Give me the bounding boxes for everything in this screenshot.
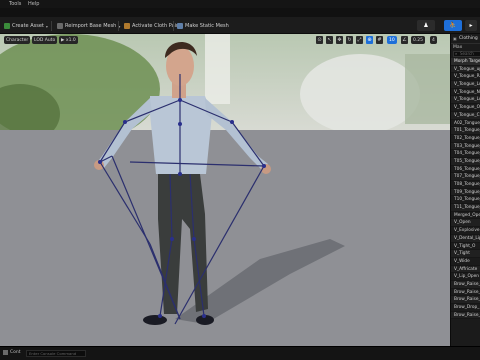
lod-label: LOD Auto (34, 37, 56, 43)
viewport[interactable]: Character LOD Auto ▶ x1.0 ⊙ ↖ ✥ ↻ ⤢ ⊕ # … (0, 34, 450, 346)
drawer-icon (3, 350, 8, 355)
select-icon[interactable]: ↖ (326, 36, 333, 44)
morph-target-row[interactable]: V_Explosive (451, 227, 480, 235)
toolbar-divider (118, 21, 119, 31)
world-space-icon[interactable]: ⊕ (366, 36, 373, 44)
search-placeholder: Search (460, 51, 474, 56)
morph-target-row[interactable]: Brow_Raise_ (451, 311, 480, 320)
snap-value-button[interactable]: 10 (387, 36, 397, 44)
morph-target-row[interactable]: V_Tongue_Cu (451, 111, 480, 120)
skeleton-mode-button[interactable]: ♟ (417, 20, 435, 31)
morph-target-row[interactable]: V_Tight (451, 250, 480, 258)
rotate-icon[interactable]: ↻ (346, 36, 353, 44)
morph-target-row[interactable]: A02_Tongue_ (451, 120, 480, 128)
search-input[interactable]: ⌕ Search (453, 51, 480, 57)
create-asset-label: Create Asset (12, 23, 44, 29)
reimport-base-mesh-label: Reimport Base Mesh (65, 23, 117, 29)
morph-target-row[interactable]: Brow_Raise_ (451, 289, 480, 297)
menu-item-tools[interactable]: Tools (9, 1, 21, 7)
character-menu-label: Character (6, 37, 29, 43)
reimport-icon (57, 23, 63, 29)
reimport-base-mesh-button[interactable]: Reimport Base Mesh ▾ (57, 21, 120, 31)
morph-target-row[interactable]: Merged_Open (451, 212, 480, 220)
mesh-icon: ⛹ (449, 22, 457, 29)
play-rate-button[interactable]: ▶ x1.0 (59, 36, 78, 44)
animation-mode-button[interactable]: ▸ (465, 20, 477, 31)
morph-target-row[interactable]: V_Dental_Lip (451, 234, 480, 243)
screen-pct-button[interactable]: 4 (430, 36, 437, 44)
content-drawer-button[interactable]: Cont (3, 350, 21, 355)
lod-button[interactable]: LOD Auto (32, 36, 58, 44)
console-command-input[interactable]: Enter Console Command (26, 350, 86, 357)
tree-blur (405, 54, 450, 124)
building-blur (300, 54, 420, 134)
morph-target-list: Morph Target V_Tongue_up V_Tongue_Ra V_Tong… (451, 58, 480, 320)
morph-target-row[interactable]: T05_Tongue_ (451, 157, 480, 166)
morph-target-row[interactable]: V_Lip_Open (451, 273, 480, 281)
morph-target-row[interactable]: V_Tight_O (451, 243, 480, 251)
morph-target-header[interactable]: Morph Target (451, 58, 480, 66)
viewport-scene (0, 34, 450, 346)
morph-target-row[interactable]: Brow_Raise_ (451, 280, 480, 289)
scale-icon[interactable]: ⤢ (356, 36, 363, 44)
morph-target-row[interactable]: Brow_Raise_ (451, 296, 480, 304)
content-drawer-label: Cont (10, 350, 21, 355)
viewport-toolbar: Character LOD Auto ▶ x1.0 ⊙ ↖ ✥ ↻ ⤢ ⊕ # … (4, 36, 446, 45)
morph-target-row[interactable]: T07_Tongue_ (451, 173, 480, 181)
snap-grid-icon[interactable]: # (376, 36, 383, 44)
morph-target-row[interactable]: T03_Tongue_ (451, 142, 480, 151)
tab-underline (451, 43, 480, 44)
morph-target-row[interactable]: V_Open (451, 219, 480, 228)
tab-clothing[interactable]: Clothing (459, 36, 478, 41)
morph-target-row[interactable]: V_Tongue_Lo (451, 81, 480, 89)
fov-value: 0.25 (413, 37, 424, 43)
morph-target-row[interactable]: V_Tongue_Lo (451, 96, 480, 105)
left-shoe (143, 315, 167, 325)
play-rate-label: x1.0 (65, 37, 76, 43)
create-asset-icon (4, 23, 10, 29)
perspective-icon[interactable]: ⊙ (316, 36, 323, 44)
tab-icon: ▣ (453, 36, 457, 41)
morph-target-row[interactable]: Brow_Drop_ (451, 304, 480, 312)
screen-pct-value: 4 (432, 37, 435, 43)
person-icon: ♟ (423, 22, 429, 29)
create-asset-button[interactable]: Create Asset ▾ (4, 21, 48, 31)
morph-target-row[interactable]: T02_Tongue_ (451, 135, 480, 143)
asset-toolbar: Create Asset ▾ Reimport Base Mesh ▾ Acti… (0, 17, 480, 34)
morph-target-row[interactable]: V_Wide (451, 258, 480, 266)
morph-target-row[interactable]: V_Affricate (451, 265, 480, 274)
morph-target-row[interactable]: T10_Tongue_ (451, 196, 480, 205)
fov-button[interactable]: 0.25 (411, 36, 426, 44)
morph-target-row[interactable]: T11_Tongue_ (451, 204, 480, 212)
mesh-mode-button[interactable]: ⛹ (444, 20, 462, 31)
morph-target-row[interactable]: T04_Tongue_ (451, 150, 480, 158)
floor-plane (0, 130, 450, 346)
make-static-mesh-label: Make Static Mesh (185, 23, 229, 29)
morph-target-panel: ▣ Clothing Max ⌕ Search Morph Target V_To… (450, 34, 480, 346)
static-mesh-icon (177, 23, 183, 29)
paint-brush-icon (124, 23, 130, 29)
morph-target-row[interactable]: V_Tongue_Ou (451, 104, 480, 112)
status-bar: Cont Enter Console Command (0, 346, 480, 360)
angle-icon[interactable]: ∠ (401, 36, 408, 44)
make-static-mesh-button[interactable]: Make Static Mesh (177, 21, 229, 31)
morph-target-row[interactable]: T06_Tongue_ (451, 166, 480, 174)
animation-icon: ▸ (469, 22, 473, 29)
morph-target-row[interactable]: V_Tongue_up (451, 65, 480, 74)
morph-target-row[interactable]: T09_Tongue_ (451, 188, 480, 197)
toolbar-divider (173, 21, 174, 31)
move-icon[interactable]: ✥ (336, 36, 343, 44)
character-menu-button[interactable]: Character (4, 36, 31, 44)
morph-target-row[interactable]: V_Tongue_Ne (451, 89, 480, 97)
menu-bar: Tools Help (0, 0, 480, 8)
morph-target-row[interactable]: T01_Tongue_ (451, 127, 480, 135)
console-placeholder: Enter Console Command (29, 351, 77, 356)
toolbar-divider (51, 21, 52, 31)
morph-target-row[interactable]: V_Tongue_Ra (451, 73, 480, 82)
search-icon: ⌕ (455, 51, 458, 56)
chevron-down-icon: ▾ (45, 23, 48, 29)
panel-heading: Max (453, 45, 463, 50)
morph-target-row[interactable]: T08_Tongue_ (451, 181, 480, 189)
menu-item-help[interactable]: Help (28, 1, 39, 7)
